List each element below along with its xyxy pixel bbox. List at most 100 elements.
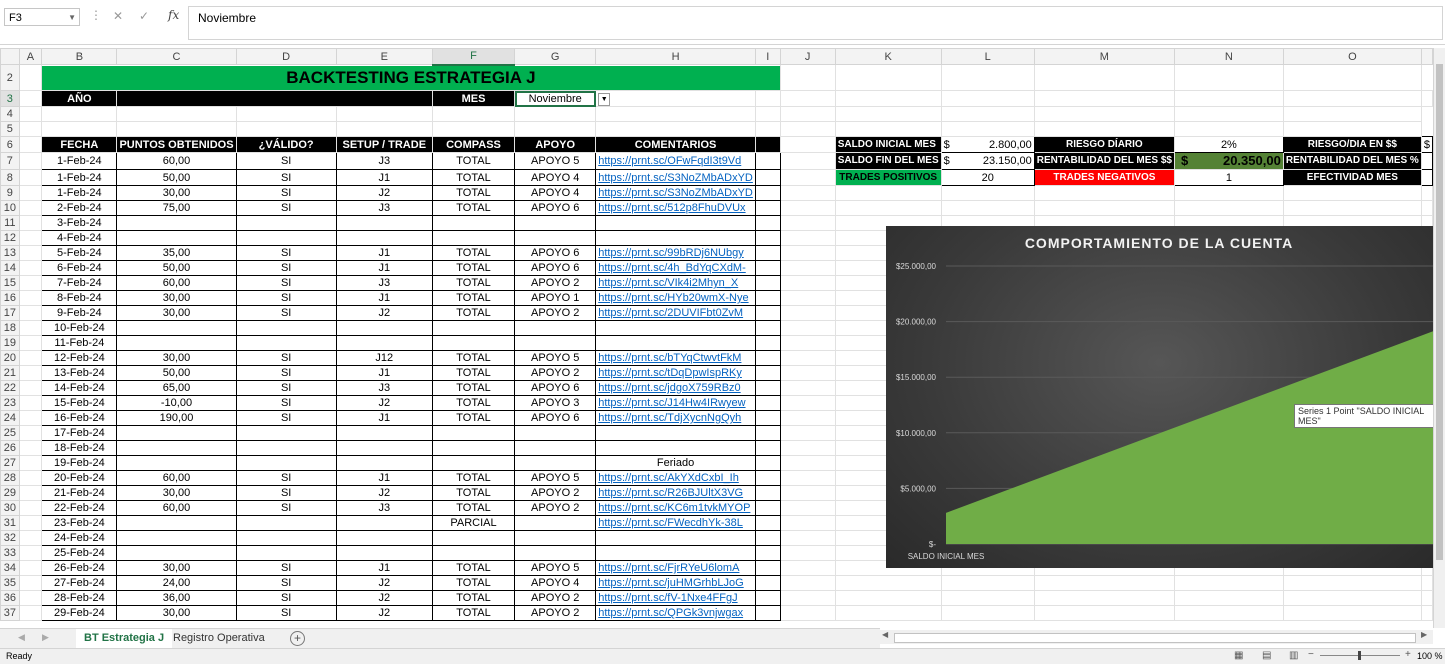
column-header-f[interactable]: F xyxy=(431,48,516,66)
fecha-cell[interactable]: 24-Feb-24 xyxy=(41,530,118,546)
row-header[interactable]: 2 xyxy=(0,64,20,91)
extra-cell[interactable] xyxy=(754,335,781,351)
compass-cell[interactable]: TOTAL xyxy=(431,485,516,501)
rent-pct-value[interactable] xyxy=(1420,152,1433,170)
cell[interactable] xyxy=(514,106,597,122)
compass-cell[interactable]: TOTAL xyxy=(431,575,516,591)
puntos-cell[interactable] xyxy=(116,230,237,246)
name-box[interactable]: F3 ▼ xyxy=(4,8,80,26)
cell[interactable] xyxy=(18,365,43,381)
apoyo-cell[interactable] xyxy=(514,515,597,531)
cell[interactable] xyxy=(18,560,43,576)
compass-cell[interactable]: TOTAL xyxy=(431,395,516,411)
cell[interactable] xyxy=(18,152,43,170)
puntos-cell[interactable] xyxy=(116,320,237,336)
row-header[interactable]: 9 xyxy=(0,185,20,201)
compass-cell[interactable]: TOTAL xyxy=(431,290,516,306)
apoyo-cell[interactable] xyxy=(514,425,597,441)
zoom-out-icon[interactable]: − xyxy=(1308,649,1314,660)
cell[interactable] xyxy=(431,106,516,122)
chevron-down-icon[interactable]: ▼ xyxy=(68,9,76,27)
compass-cell[interactable] xyxy=(431,545,516,561)
fecha-cell[interactable]: 3-Feb-24 xyxy=(41,215,118,231)
header-2[interactable]: ¿VÁLIDO? xyxy=(235,136,337,153)
fecha-cell[interactable]: 11-Feb-24 xyxy=(41,335,118,351)
puntos-cell[interactable]: 24,00 xyxy=(116,575,237,591)
compass-cell[interactable]: TOTAL xyxy=(431,200,516,216)
valido-cell[interactable] xyxy=(235,530,337,546)
year-label[interactable]: AÑO xyxy=(41,90,118,107)
puntos-cell[interactable] xyxy=(116,440,237,456)
compass-cell[interactable]: TOTAL xyxy=(431,185,516,201)
comentarios-cell[interactable] xyxy=(595,335,756,351)
column-header-n[interactable]: N xyxy=(1173,48,1284,65)
cell[interactable] xyxy=(18,245,43,261)
cell[interactable] xyxy=(834,90,942,107)
fecha-cell[interactable]: 19-Feb-24 xyxy=(41,455,118,471)
apoyo-cell[interactable]: APOYO 2 xyxy=(514,275,597,291)
extra-cell[interactable] xyxy=(754,560,781,576)
extra-cell[interactable] xyxy=(754,365,781,381)
cell[interactable] xyxy=(514,121,597,137)
comentarios-cell[interactable]: https://prnt.sc/HYb20wmX-Nye xyxy=(595,290,756,306)
row-header[interactable]: 24 xyxy=(0,410,20,426)
enter-icon[interactable]: ✓ xyxy=(139,9,149,23)
setup-cell[interactable] xyxy=(335,545,433,561)
setup-cell[interactable] xyxy=(335,455,433,471)
comentarios-cell[interactable]: https://prnt.sc/4h_BdYqCXdM- xyxy=(595,260,756,276)
cell[interactable] xyxy=(779,425,836,441)
header-3[interactable]: SETUP / TRADE xyxy=(335,136,433,153)
cell[interactable] xyxy=(18,485,43,501)
compass-cell[interactable]: TOTAL xyxy=(431,590,516,606)
valido-cell[interactable]: SI xyxy=(235,275,337,291)
cell[interactable] xyxy=(754,106,781,122)
extra-cell[interactable] xyxy=(754,350,781,366)
row-header[interactable]: 30 xyxy=(0,500,20,516)
comentarios-cell[interactable]: https://prnt.sc/KC6m1tvkMYOP xyxy=(595,500,756,516)
comentarios-cell[interactable]: https://prnt.sc/R26BJUltX3VG xyxy=(595,485,756,501)
puntos-cell[interactable]: 30,00 xyxy=(116,185,237,201)
puntos-cell[interactable]: 60,00 xyxy=(116,500,237,516)
cell[interactable] xyxy=(1420,575,1433,591)
cell[interactable] xyxy=(834,590,942,606)
valido-cell[interactable] xyxy=(235,545,337,561)
setup-cell[interactable]: J1 xyxy=(335,365,433,381)
cell[interactable] xyxy=(18,136,43,153)
cell[interactable] xyxy=(18,350,43,366)
efectividad-label[interactable]: EFECTIVIDAD MES xyxy=(1282,169,1422,186)
next-sheet-icon[interactable]: ▶ xyxy=(42,632,49,643)
apoyo-cell[interactable]: APOYO 2 xyxy=(514,485,597,501)
column-header-k[interactable]: K xyxy=(834,48,942,65)
extra-cell[interactable] xyxy=(754,470,781,486)
column-header-j[interactable]: J xyxy=(779,48,836,65)
cell[interactable] xyxy=(1173,121,1284,137)
setup-cell[interactable] xyxy=(335,335,433,351)
setup-cell[interactable]: J1 xyxy=(335,290,433,306)
puntos-cell[interactable]: 190,00 xyxy=(116,410,237,426)
setup-cell[interactable] xyxy=(335,320,433,336)
cell[interactable] xyxy=(18,121,43,137)
cell[interactable] xyxy=(779,136,836,153)
scroll-right-icon[interactable]: ▶ xyxy=(1421,630,1427,639)
comentarios-cell[interactable]: https://prnt.sc/fV-1Nxe4FFgJ xyxy=(595,590,756,606)
zoom-in-icon[interactable]: + xyxy=(1405,649,1411,660)
cell[interactable] xyxy=(18,425,43,441)
fecha-cell[interactable]: 8-Feb-24 xyxy=(41,290,118,306)
valido-cell[interactable]: SI xyxy=(235,410,337,426)
row-header[interactable]: 31 xyxy=(0,515,20,531)
cell[interactable] xyxy=(1033,90,1175,107)
row-header[interactable]: 20 xyxy=(0,350,20,366)
row-header[interactable]: 3 xyxy=(0,90,20,107)
apoyo-cell[interactable] xyxy=(514,545,597,561)
row-header[interactable]: 32 xyxy=(0,530,20,546)
cell[interactable] xyxy=(1420,200,1433,216)
puntos-cell[interactable]: 50,00 xyxy=(116,365,237,381)
compass-cell[interactable]: TOTAL xyxy=(431,169,516,186)
extra-cell[interactable] xyxy=(754,275,781,291)
cell[interactable] xyxy=(779,121,836,137)
column-header-l[interactable]: L xyxy=(940,48,1035,65)
cell[interactable] xyxy=(940,64,1035,91)
fecha-cell[interactable]: 21-Feb-24 xyxy=(41,485,118,501)
cell[interactable] xyxy=(595,121,756,137)
apoyo-cell[interactable] xyxy=(514,530,597,546)
